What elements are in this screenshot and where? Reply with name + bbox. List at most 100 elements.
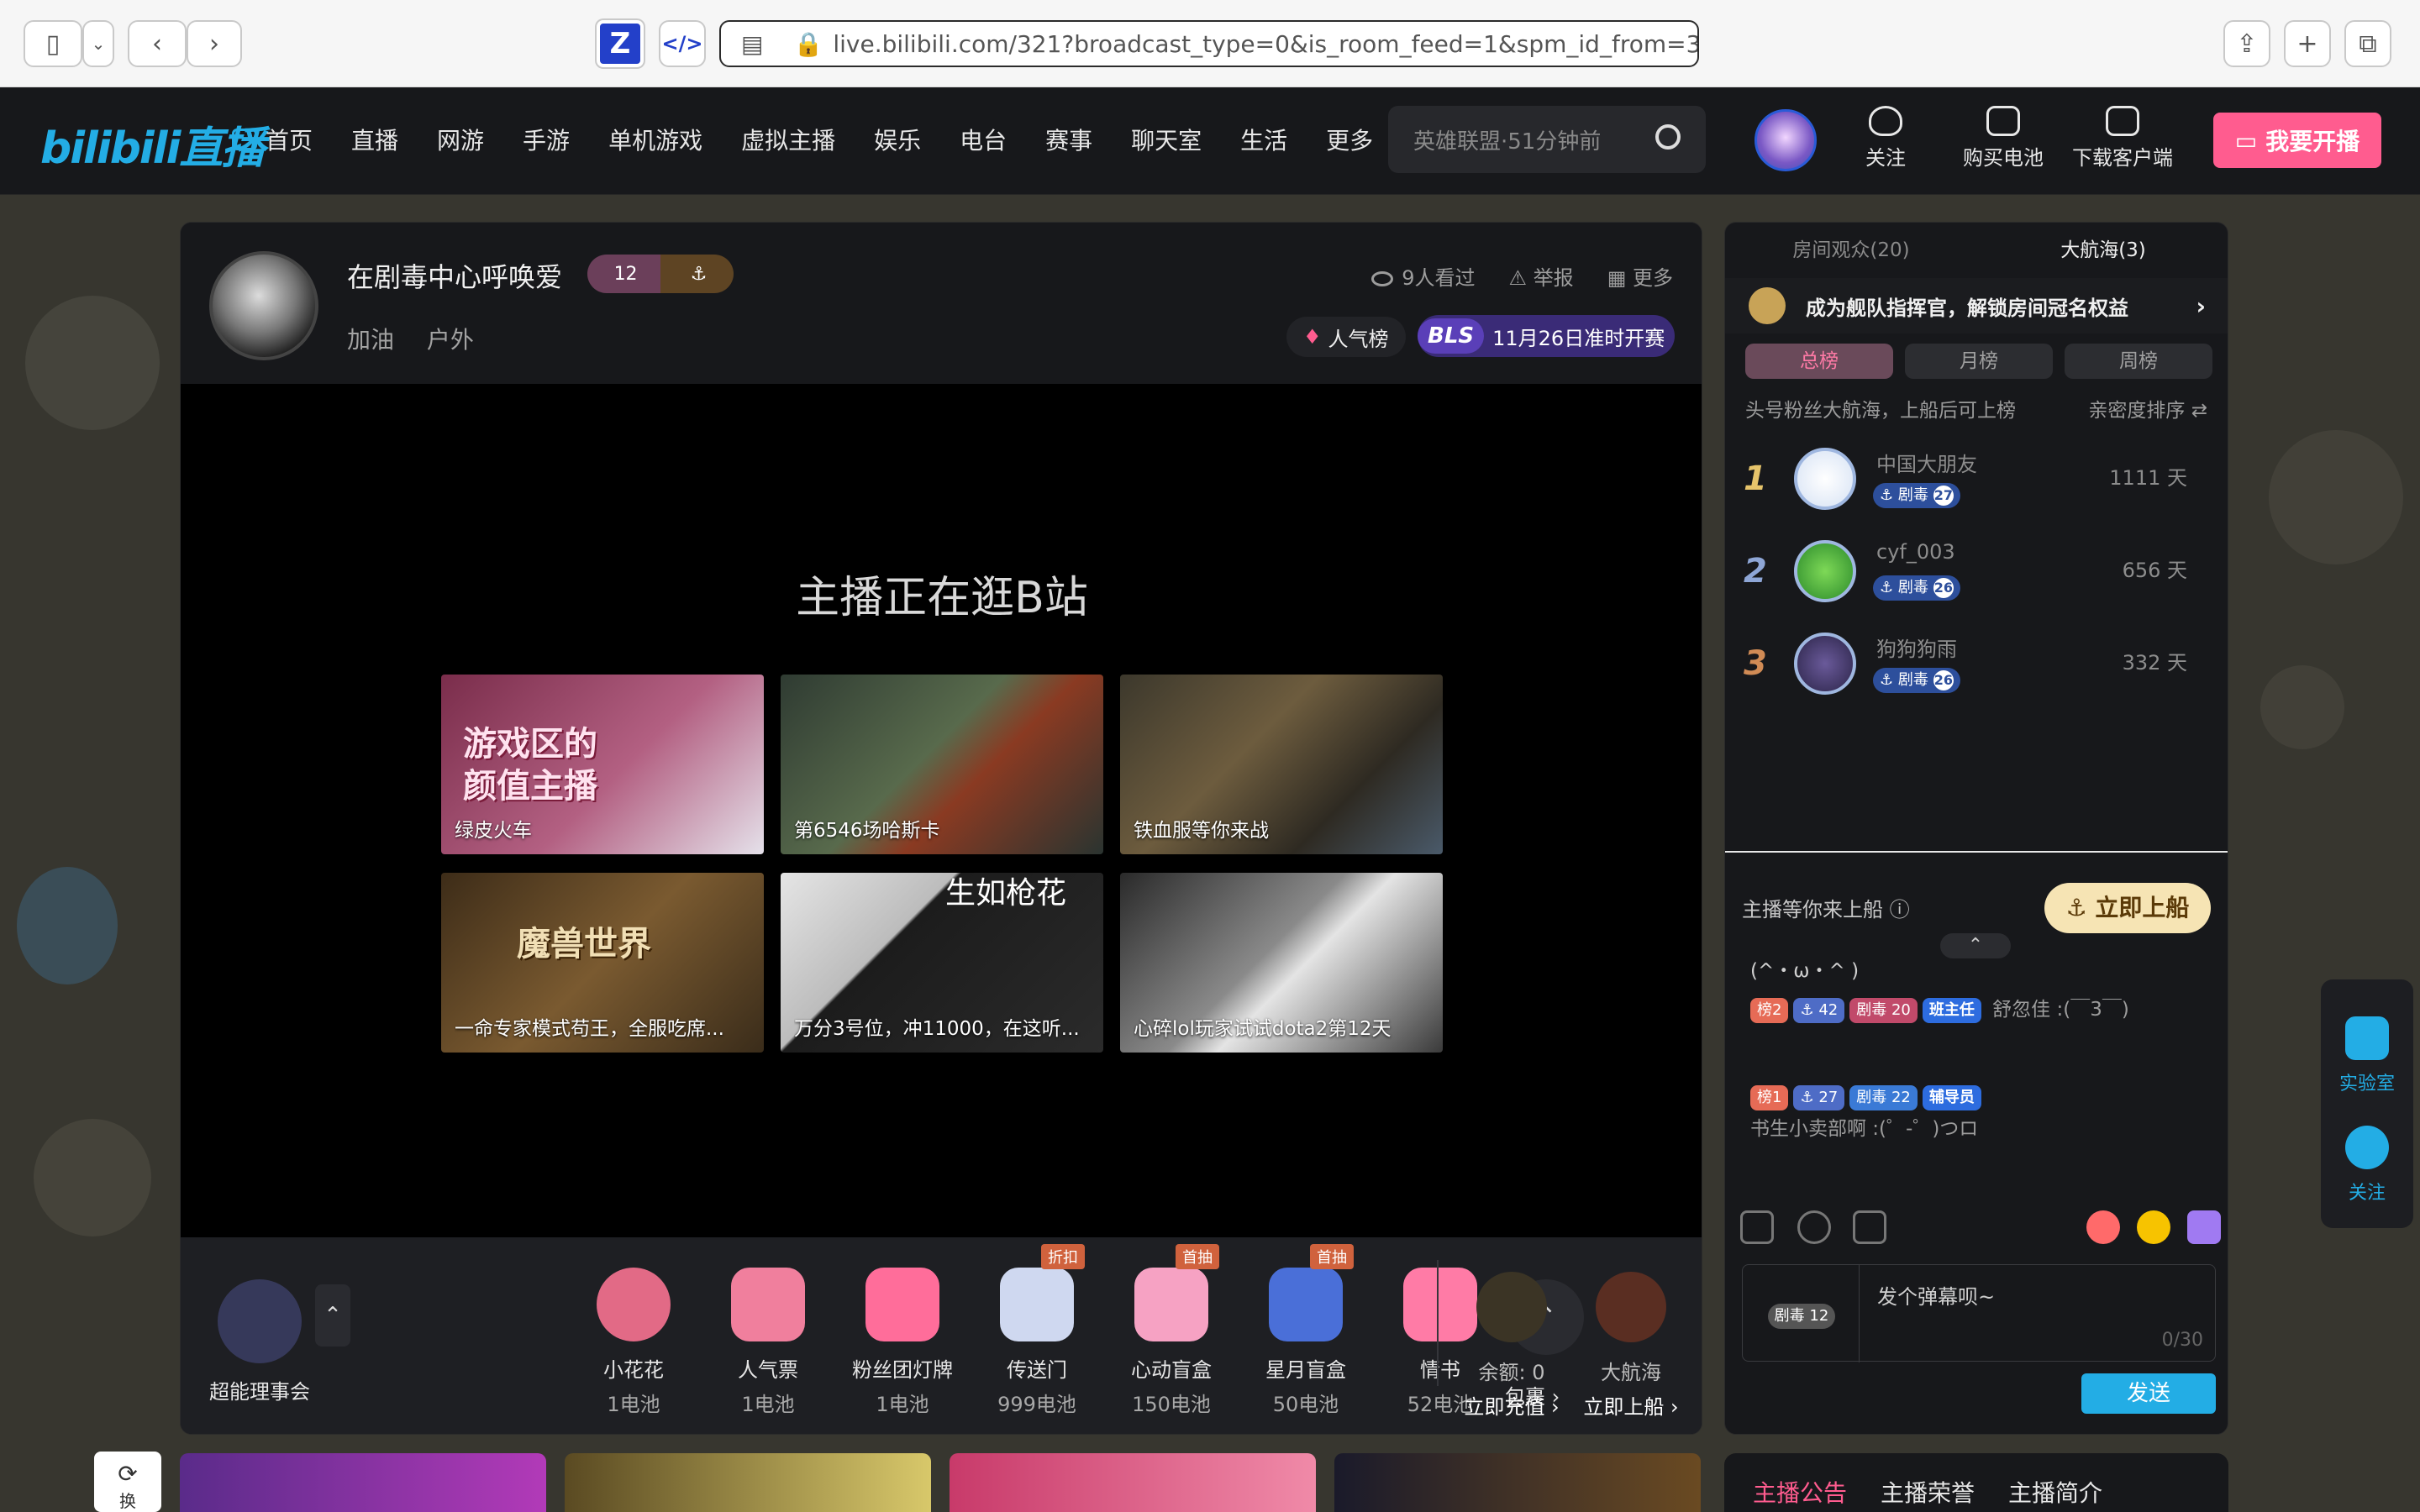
rank-avatar[interactable]	[1794, 540, 1856, 602]
fleet-section[interactable]: 大航海 立即上船 ›	[1576, 1272, 1686, 1420]
event-banner-pill[interactable]: BLS 11月26日准时开赛	[1418, 315, 1675, 357]
bottom-recommend-card[interactable]	[180, 1453, 546, 1512]
nav-item-esports[interactable]: 赛事	[1045, 123, 1092, 156]
recommended-video-card[interactable]: 生如枪花 万分3号位，冲11000，在这听...	[781, 873, 1103, 1053]
nav-item-online-games[interactable]: 网游	[437, 123, 484, 156]
fleet-promo-banner[interactable]: 成为舰队指挥官，解锁房间冠名权益 ›	[1725, 278, 2228, 333]
nav-item-single-player-games[interactable]: 单机游戏	[608, 123, 702, 156]
danmaku-input[interactable]: 剧毒 12 发个弹幕呗~ 0/30	[1742, 1264, 2216, 1362]
tab-total[interactable]: 总榜	[1745, 344, 1893, 379]
help-icon[interactable]: ⓘ	[1890, 898, 1910, 921]
tab-announcement[interactable]: 主播公告	[1753, 1475, 1847, 1512]
popularity-rank-pill[interactable]: ♦ 人气榜	[1286, 317, 1406, 357]
nav-item-chat-room[interactable]: 聊天室	[1131, 123, 1202, 156]
rank-days: 656 天	[2122, 559, 2187, 582]
expand-gifts-button[interactable]: ⌃	[315, 1284, 350, 1347]
download-client-action[interactable]: 下载客户端	[2072, 106, 2173, 171]
rank-avatar[interactable]	[1794, 448, 1856, 510]
recommended-video-card[interactable]: 心碎lol玩家试试dota2第12天	[1120, 873, 1443, 1053]
chat-bubble-icon[interactable]	[2187, 1210, 2221, 1244]
nav-item-entertainment[interactable]: 娱乐	[874, 123, 921, 156]
video-player[interactable]: 主播正在逛B站 游戏区的 颜值主播 绿皮火车 第6546场哈斯卡 铁血服等你来战…	[181, 384, 1702, 1237]
fleet-rank-row[interactable]: 2 cyf_003 ⚓ 剧毒 26 656 天	[1725, 535, 2228, 627]
danmaku-settings-icon[interactable]	[1853, 1210, 1886, 1244]
tab-group-dropdown-button[interactable]: ⌄	[82, 20, 114, 67]
page-menu-icon[interactable]: ▤	[741, 30, 763, 58]
nav-item-radio[interactable]: 电台	[960, 123, 1007, 156]
rank-user-name[interactable]: cyf_003	[1876, 540, 1955, 564]
address-bar[interactable]: ▤ 🔒 live.bilibili.com/321?broadcast_type…	[719, 20, 1699, 67]
lab-button[interactable]: 实验室	[2321, 1016, 2413, 1095]
back-button[interactable]: ‹	[128, 20, 187, 67]
tab-intro[interactable]: 主播简介	[2008, 1475, 2102, 1512]
user-avatar[interactable]	[1754, 109, 1817, 171]
recommended-video-card[interactable]: 魔兽世界 一命专家模式苟王，全服吃席...	[441, 873, 764, 1053]
tab-honors[interactable]: 主播荣誉	[1881, 1475, 1975, 1512]
fleet-medal: ⚓ 27	[1793, 1084, 1845, 1110]
sort-by-intimacy-button[interactable]: 亲密度排序 ⇄	[2088, 394, 2207, 423]
bottom-recommend-card[interactable]	[950, 1453, 1316, 1512]
sidebar-toggle-button[interactable]: ▯	[24, 20, 82, 67]
board-ship-link[interactable]: 立即上船 ›	[1576, 1390, 1686, 1420]
code-extension-icon[interactable]: </>	[659, 20, 706, 67]
room-meta: 9人看过 ⚠ 举报 ▦ 更多	[1371, 261, 1673, 291]
board-ship-button[interactable]: ⚓ 立即上船	[2044, 883, 2211, 933]
nav-item-live[interactable]: 直播	[351, 123, 398, 156]
follow-action[interactable]: 关注	[1865, 106, 1906, 171]
new-tab-button[interactable]: +	[2284, 20, 2331, 67]
super-council-gift[interactable]: 超能理事会	[201, 1279, 318, 1404]
emoji-icon[interactable]	[1740, 1210, 1774, 1244]
fleet-rank-row[interactable]: 1 中国大朋友 ⚓ 剧毒 27 1111 天	[1725, 443, 2228, 535]
search-icon[interactable]	[1655, 124, 1681, 150]
buy-battery-action[interactable]: 购买电池	[1963, 106, 2044, 171]
gift-price: 150电池	[1132, 1393, 1211, 1416]
start-live-button[interactable]: ▭ 我要开播	[2213, 113, 2381, 168]
fleet-rank-row[interactable]: 3 狗狗狗雨 ⚓ 剧毒 26 332 天	[1725, 627, 2228, 720]
tab-room-audience[interactable]: 房间观众(20)	[1725, 223, 1977, 278]
recharge-link[interactable]: 立即充值 ›	[1457, 1390, 1566, 1420]
room-tag[interactable]: 户外	[427, 326, 474, 354]
tab-fleet[interactable]: 大航海(3)	[1977, 223, 2228, 278]
sticker-icon[interactable]	[1797, 1210, 1831, 1244]
more-button[interactable]: ▦ 更多	[1607, 261, 1673, 291]
input-fan-medal[interactable]: 剧毒 12	[1768, 1304, 1835, 1329]
balance-section[interactable]: 余额: 0 立即充值 ›	[1457, 1272, 1566, 1420]
search-input[interactable]: 英雄联盟·51分钟前	[1388, 106, 1706, 173]
gift-item[interactable]: 人气票 1电池	[713, 1268, 823, 1417]
refresh-icon: ⟳	[118, 1460, 138, 1488]
tab-overview-button[interactable]: ⧉	[2344, 20, 2391, 67]
refresh-recommend-button[interactable]: ⟳ 换	[94, 1452, 161, 1512]
emoji-face-icon[interactable]	[2137, 1210, 2170, 1244]
recommended-video-card[interactable]: 第6546场哈斯卡	[781, 675, 1103, 854]
like-icon[interactable]	[2086, 1210, 2120, 1244]
gift-item[interactable]: 折扣 传送门 999电池	[982, 1244, 1092, 1417]
nav-item-home[interactable]: 首页	[232, 123, 313, 156]
rank-user-name[interactable]: 中国大朋友	[1876, 448, 1977, 477]
fan-medal-badge[interactable]: 12 ⚓	[587, 255, 734, 293]
gift-item[interactable]: 小花花 1电池	[579, 1268, 688, 1417]
rank-avatar[interactable]	[1794, 633, 1856, 695]
report-button[interactable]: ⚠ 举报	[1509, 261, 1574, 291]
tab-monthly[interactable]: 月榜	[1905, 344, 2053, 379]
forward-button[interactable]: ›	[187, 20, 242, 67]
nav-item-mobile-games[interactable]: 手游	[523, 123, 570, 156]
streamer-avatar[interactable]	[209, 251, 318, 360]
tab-weekly[interactable]: 周榜	[2065, 344, 2212, 379]
popularity-label: 人气榜	[1328, 327, 1389, 351]
gift-item[interactable]: 首抽 星月盲盒 50电池	[1251, 1244, 1360, 1417]
gift-item[interactable]: 粉丝团灯牌 1电池	[848, 1268, 957, 1417]
follow-float-button[interactable]: 关注	[2321, 1126, 2413, 1205]
rank-user-name[interactable]: 狗狗狗雨	[1876, 633, 1957, 662]
recommended-video-card[interactable]: 铁血服等你来战	[1120, 675, 1443, 854]
send-button[interactable]: 发送	[2081, 1373, 2216, 1414]
bottom-recommend-card[interactable]	[1334, 1453, 1701, 1512]
recommended-video-card[interactable]: 游戏区的 颜值主播 绿皮火车	[441, 675, 764, 854]
room-tag[interactable]: 加油	[347, 326, 394, 354]
nav-item-vtuber[interactable]: 虚拟主播	[741, 123, 835, 156]
gift-item[interactable]: 首抽 心动盲盒 150电池	[1117, 1244, 1226, 1417]
zotero-extension-icon[interactable]: Z	[597, 20, 644, 67]
bilibili-live-logo[interactable]: bilibili直播	[40, 113, 265, 176]
share-button[interactable]: ⇪	[2223, 20, 2270, 67]
nav-item-life[interactable]: 生活	[1240, 123, 1287, 156]
bottom-recommend-card[interactable]	[565, 1453, 931, 1512]
